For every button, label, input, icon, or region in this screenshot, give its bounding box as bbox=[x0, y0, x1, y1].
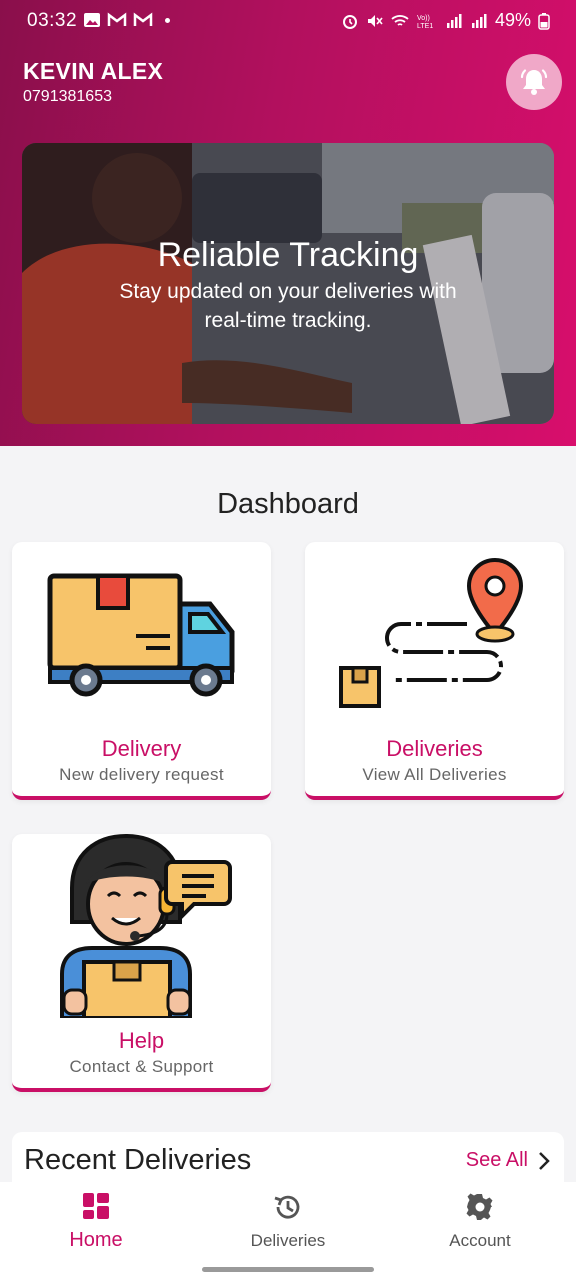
signal-icon bbox=[471, 13, 487, 28]
help-card[interactable]: Help Contact & Support bbox=[12, 834, 271, 1092]
nav-account[interactable]: Account bbox=[384, 1192, 576, 1251]
delivery-card[interactable]: Delivery New delivery request bbox=[12, 542, 271, 800]
support-agent-icon bbox=[60, 834, 232, 1018]
gesture-home-bar[interactable] bbox=[202, 1267, 374, 1272]
battery-icon bbox=[538, 12, 550, 30]
user-name: KEVIN ALEX bbox=[23, 58, 164, 84]
history-icon bbox=[274, 1195, 300, 1219]
deliveries-card[interactable]: Deliveries View All Deliveries bbox=[305, 542, 564, 800]
nav-deliveries-label: Deliveries bbox=[250, 1231, 326, 1250]
status-time: 03:32 bbox=[27, 10, 78, 31]
bottom-nav: Home Deliveries Account bbox=[0, 1182, 576, 1280]
hero-title: Reliable Tracking bbox=[157, 236, 419, 274]
battery-percent: 49% bbox=[494, 10, 531, 30]
status-bar: 03:32 Vo)) LTE1 49% bbox=[0, 0, 576, 42]
delivery-card-sub: New delivery request bbox=[59, 765, 224, 784]
gear-icon bbox=[466, 1193, 493, 1220]
nav-home[interactable]: Home bbox=[0, 1192, 192, 1252]
user-phone: 0791381653 bbox=[23, 88, 112, 105]
gallery-icon bbox=[84, 13, 100, 27]
help-card-label: Help bbox=[118, 1028, 165, 1053]
deliveries-card-sub: View All Deliveries bbox=[362, 765, 507, 784]
mute-icon bbox=[367, 14, 383, 27]
delivery-card-label: Delivery bbox=[101, 736, 182, 761]
hero-banner[interactable]: Reliable Tracking Stay updated on your d… bbox=[22, 143, 554, 424]
hero-subtitle: Stay updated on your deliveries with rea… bbox=[119, 280, 457, 332]
header: 03:32 Vo)) LTE1 49% KEVIN ALEX 0791381653 bbox=[0, 0, 576, 446]
notification-dot-icon bbox=[165, 17, 170, 23]
nav-deliveries[interactable]: Deliveries bbox=[192, 1192, 384, 1251]
deliveries-card-label: Deliveries bbox=[386, 736, 483, 761]
volte-icon: Vo))LTE1 bbox=[417, 15, 433, 30]
dashboard-title: Dashboard bbox=[217, 488, 359, 520]
svg-text:LTE1: LTE1 bbox=[417, 23, 433, 30]
wifi-icon bbox=[391, 14, 409, 26]
see-all-button[interactable]: See All bbox=[466, 1149, 550, 1172]
route-map-icon bbox=[339, 557, 524, 708]
alarm-icon bbox=[342, 14, 357, 29]
delivery-truck-icon bbox=[47, 573, 235, 697]
gmail-icon bbox=[107, 12, 127, 26]
recent-deliveries-title: Recent Deliveries bbox=[24, 1144, 252, 1176]
chevron-right-icon bbox=[539, 1151, 550, 1170]
nav-account-label: Account bbox=[449, 1231, 511, 1250]
notifications-button[interactable] bbox=[506, 54, 562, 110]
help-card-sub: Contact & Support bbox=[69, 1057, 214, 1076]
bell-icon bbox=[520, 69, 548, 95]
home-grid-icon bbox=[83, 1193, 109, 1219]
nav-home-label: Home bbox=[69, 1229, 123, 1251]
svg-text:Vo)): Vo)) bbox=[417, 15, 430, 22]
signal-icon bbox=[446, 13, 462, 28]
gmail-icon bbox=[133, 12, 153, 26]
see-all-label: See All bbox=[465, 1149, 528, 1171]
